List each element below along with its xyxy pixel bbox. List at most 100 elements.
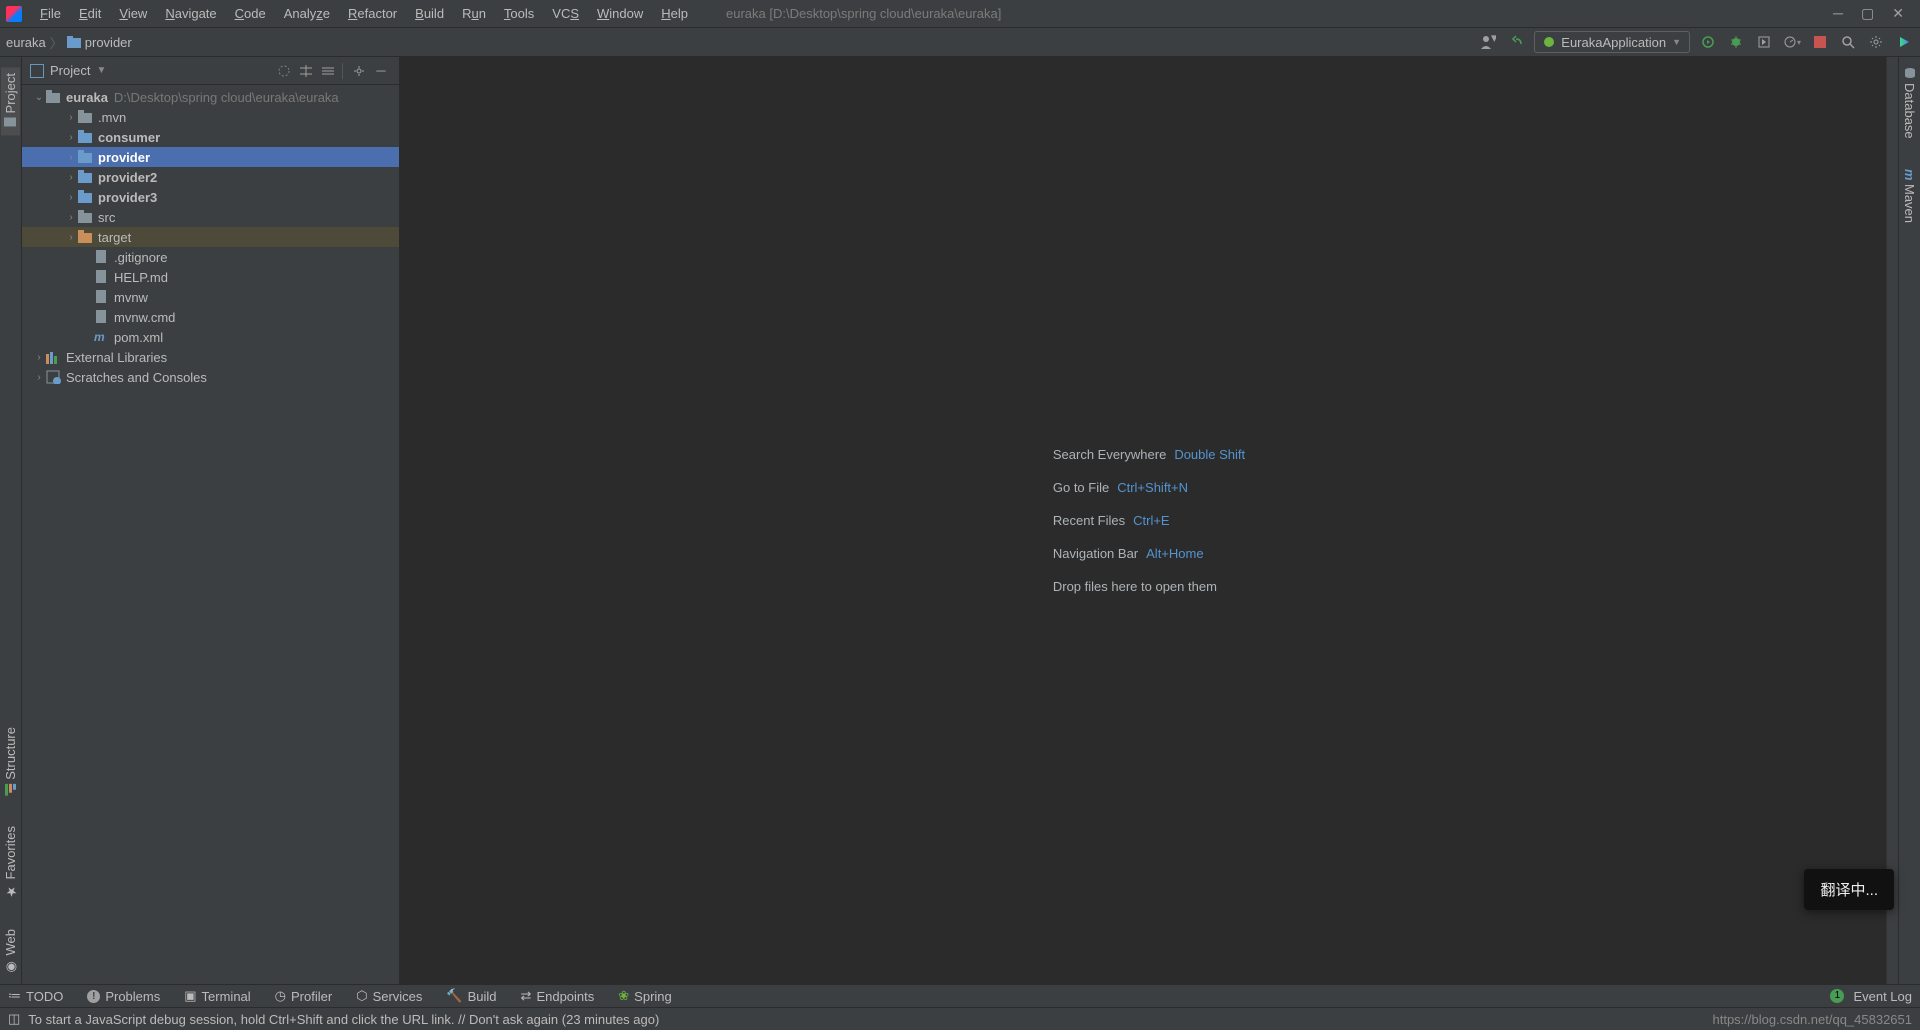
menu-navigate[interactable]: Navigate xyxy=(157,2,224,25)
tab-spring[interactable]: ❀Spring xyxy=(618,988,671,1004)
chevron-right-icon[interactable]: › xyxy=(64,232,78,243)
tree-node-label: mvnw xyxy=(114,290,148,305)
app-logo-icon xyxy=(6,6,22,22)
tree-node-HELP-md[interactable]: HELP.md xyxy=(22,267,399,287)
menu-refactor[interactable]: Refactor xyxy=(340,2,405,25)
menu-code[interactable]: Code xyxy=(227,2,274,25)
tree-node-mvnw[interactable]: mvnw xyxy=(22,287,399,307)
chevron-down-icon: ▼ xyxy=(1672,37,1681,47)
menu-tools[interactable]: Tools xyxy=(496,2,542,25)
maximize-button[interactable]: ▢ xyxy=(1861,5,1874,22)
chevron-right-icon[interactable]: › xyxy=(64,112,78,123)
project-view-icon xyxy=(30,64,44,78)
stripe-maven[interactable]: m Maven xyxy=(1902,169,1917,224)
menu-file[interactable]: File xyxy=(32,2,69,25)
menu-edit[interactable]: Edit xyxy=(71,2,109,25)
tree-node-consumer[interactable]: ›consumer xyxy=(22,127,399,147)
tree-node-src[interactable]: ›src xyxy=(22,207,399,227)
bottom-tool-tabs: ≔TODO !Problems ▣Terminal ◷Profiler ⬡Ser… xyxy=(0,984,1920,1007)
chevron-down-icon[interactable]: ⌄ xyxy=(32,92,46,103)
tab-todo[interactable]: ≔TODO xyxy=(8,988,63,1004)
tab-terminal[interactable]: ▣Terminal xyxy=(184,988,250,1004)
tree-node-pom-xml[interactable]: mpom.xml xyxy=(22,327,399,347)
folder-icon xyxy=(78,150,94,164)
stripe-web[interactable]: ◉ Web xyxy=(3,929,18,975)
maven-icon: m xyxy=(1902,169,1917,181)
tree-scratches[interactable]: › Scratches and Consoles xyxy=(22,367,399,387)
project-title[interactable]: Project xyxy=(50,63,90,78)
project-tree[interactable]: ⌄ euraka D:\Desktop\spring cloud\euraka\… xyxy=(22,85,399,984)
tree-node-provider2[interactable]: ›provider2 xyxy=(22,167,399,187)
debug-button[interactable] xyxy=(1726,32,1746,52)
stripe-favorites[interactable]: ★ Favorites xyxy=(3,826,18,898)
star-icon: ★ xyxy=(3,884,18,899)
search-icon[interactable] xyxy=(1838,32,1858,52)
tree-root[interactable]: ⌄ euraka D:\Desktop\spring cloud\euraka\… xyxy=(22,87,399,107)
chevron-down-icon[interactable]: ▼ xyxy=(96,65,106,76)
chevron-right-icon[interactable]: › xyxy=(64,192,78,203)
chevron-right-icon[interactable]: › xyxy=(64,212,78,223)
tab-endpoints[interactable]: ⇄Endpoints xyxy=(521,988,595,1004)
chevron-right-icon[interactable]: › xyxy=(32,352,46,363)
status-window-icon[interactable]: ◫ xyxy=(8,1011,20,1027)
tree-external-libraries[interactable]: › External Libraries xyxy=(22,347,399,367)
menu-analyze[interactable]: Analyze xyxy=(276,2,338,25)
close-button[interactable]: ✕ xyxy=(1892,5,1904,22)
chevron-right-icon[interactable]: › xyxy=(64,152,78,163)
hint-label: Drop files here to open them xyxy=(1053,579,1217,594)
expand-all-icon[interactable] xyxy=(296,61,316,81)
chevron-right-icon[interactable]: › xyxy=(32,372,46,383)
tab-event-log[interactable]: 1Event Log xyxy=(1830,989,1912,1004)
chevron-right-icon[interactable]: › xyxy=(64,172,78,183)
settings-icon[interactable] xyxy=(1866,32,1886,52)
tree-node-provider3[interactable]: ›provider3 xyxy=(22,187,399,207)
breadcrumb-separator: 〉 xyxy=(50,33,63,52)
globe-icon: ◉ xyxy=(3,959,18,974)
stripe-project[interactable]: Project xyxy=(1,67,20,135)
minimize-button[interactable]: ─ xyxy=(1833,5,1843,22)
breadcrumb-current[interactable]: provider xyxy=(85,35,132,50)
colorful-play-icon[interactable] xyxy=(1894,32,1914,52)
run-button[interactable] xyxy=(1698,32,1718,52)
tree-node--mvn[interactable]: ›.mvn xyxy=(22,107,399,127)
hint-label: Go to File xyxy=(1053,480,1109,495)
right-tool-stripe: Database m Maven xyxy=(1898,57,1920,984)
sync-icon[interactable] xyxy=(1506,32,1526,52)
locate-icon[interactable] xyxy=(274,61,294,81)
tab-services[interactable]: ⬡Services xyxy=(356,988,422,1004)
hide-icon[interactable]: ─ xyxy=(371,61,391,81)
menu-run[interactable]: Run xyxy=(454,2,494,25)
tree-node-mvnw-cmd[interactable]: mvnw.cmd xyxy=(22,307,399,327)
tree-node-provider[interactable]: ›provider xyxy=(22,147,399,167)
add-user-icon[interactable]: ▾ xyxy=(1478,32,1498,52)
menu-view[interactable]: View xyxy=(111,2,155,25)
tree-node-label: target xyxy=(98,230,131,245)
folder-icon xyxy=(46,90,62,104)
breadcrumb[interactable]: euraka 〉 provider xyxy=(6,33,132,52)
menu-build[interactable]: Build xyxy=(407,2,452,25)
window-controls: ─ ▢ ✕ xyxy=(1833,5,1914,22)
editor-scrollbar[interactable] xyxy=(1886,57,1898,984)
tree-node-target[interactable]: › target xyxy=(22,227,399,247)
stripe-structure[interactable]: Structure xyxy=(3,727,18,796)
breadcrumb-root[interactable]: euraka xyxy=(6,35,46,50)
profile-button[interactable]: ▾ xyxy=(1782,32,1802,52)
title-bar: File Edit View Navigate Code Analyze Ref… xyxy=(0,0,1920,28)
chevron-right-icon[interactable]: › xyxy=(64,132,78,143)
stripe-database[interactable]: Database xyxy=(1902,67,1917,139)
tab-profiler[interactable]: ◷Profiler xyxy=(275,988,333,1004)
tree-node--gitignore[interactable]: .gitignore xyxy=(22,247,399,267)
tab-problems[interactable]: !Problems xyxy=(87,989,160,1004)
menu-window[interactable]: Window xyxy=(589,2,651,25)
gear-icon[interactable] xyxy=(349,61,369,81)
menu-help[interactable]: Help xyxy=(653,2,696,25)
coverage-button[interactable] xyxy=(1754,32,1774,52)
run-configuration-dropdown[interactable]: EurakaApplication ▼ xyxy=(1534,31,1690,53)
collapse-all-icon[interactable] xyxy=(318,61,338,81)
stop-button[interactable] xyxy=(1810,32,1830,52)
terminal-icon: ▣ xyxy=(184,988,196,1004)
watermark: https://blog.csdn.net/qq_45832651 xyxy=(1713,1012,1913,1027)
tab-build[interactable]: 🔨Build xyxy=(446,988,496,1004)
menu-vcs[interactable]: VCS xyxy=(544,2,587,25)
folder-icon xyxy=(78,210,94,224)
